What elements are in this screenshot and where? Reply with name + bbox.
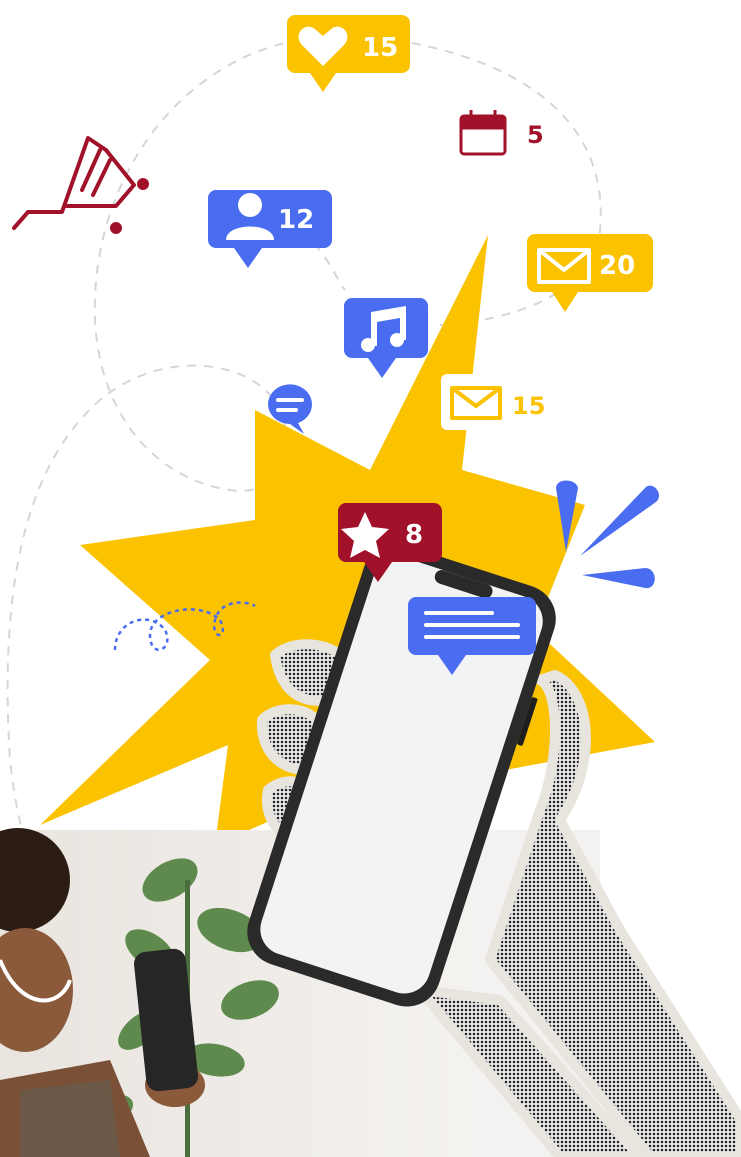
- likes-badge: 15: [287, 15, 410, 92]
- favorites-count: 8: [405, 520, 423, 550]
- music-badge: [344, 298, 428, 378]
- shopping-cart-icon: [12, 136, 149, 234]
- social-notifications-illustration: 15 5 12 20 15 8: [0, 15, 741, 1157]
- calendar-notification: 5: [459, 110, 544, 156]
- mail-badge-small: 15: [441, 374, 547, 430]
- followers-badge: 12: [208, 190, 332, 268]
- mail-small-count: 15: [512, 392, 545, 420]
- likes-count: 15: [362, 33, 398, 63]
- followers-count: 12: [278, 205, 314, 235]
- calendar-count: 5: [527, 121, 544, 149]
- mail-large-count: 20: [599, 251, 635, 281]
- mail-badge-large: 20: [527, 234, 653, 312]
